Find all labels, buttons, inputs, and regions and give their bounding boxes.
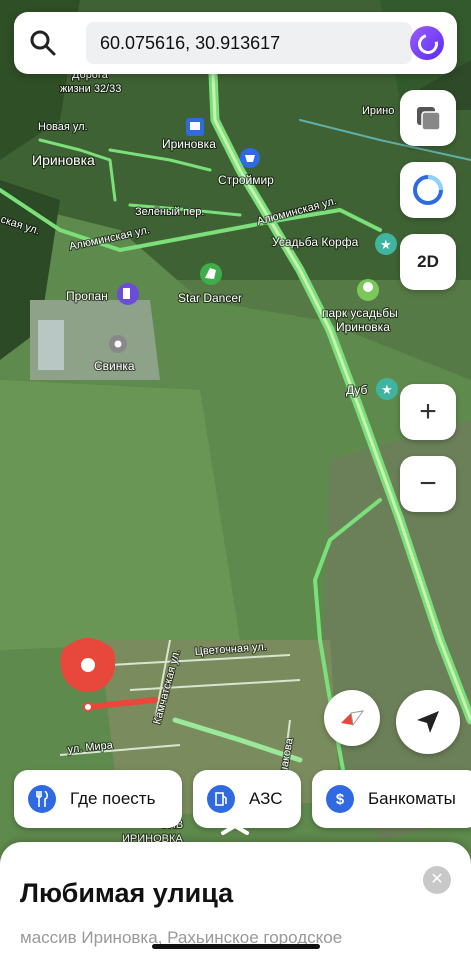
my-location-button[interactable]	[396, 690, 460, 754]
view-mode-label: 2D	[417, 252, 439, 271]
label-dub: Дуб	[346, 383, 368, 397]
dot-poi-icon[interactable]	[109, 335, 127, 353]
label-irinovka-top: Ирино	[362, 105, 394, 117]
label-propan: Пропан	[66, 289, 108, 303]
label-irinovka-station: Ириновка	[162, 137, 216, 151]
close-icon[interactable]: ✕	[423, 866, 451, 894]
chip-atm[interactable]: $ Банкоматы	[312, 770, 471, 828]
navigator-ring-icon	[413, 175, 443, 205]
chip-gas[interactable]: АЗС	[193, 770, 301, 828]
svg-text:★: ★	[381, 383, 393, 398]
label-svinka: Свинка	[94, 359, 135, 373]
home-indicator[interactable]	[152, 944, 320, 949]
navigator-button[interactable]	[400, 162, 456, 218]
label-zeleny-lane: Зелёный пер.	[135, 206, 204, 218]
chevron-up-icon[interactable]	[220, 822, 250, 836]
label-park-2: Ириновка	[336, 320, 390, 334]
zoom-in-button[interactable]: +	[400, 384, 456, 440]
place-title: Любимая улица	[20, 878, 234, 908]
horse-poi-icon[interactable]	[200, 263, 222, 285]
dollar-icon: $	[326, 785, 354, 813]
star-poi-icon[interactable]: ★	[375, 233, 397, 255]
zoom-out-button[interactable]: −	[400, 456, 456, 512]
search-bar[interactable]: 60.075616, 30.913617	[14, 12, 457, 74]
gas-station-icon	[207, 785, 235, 813]
chip-atm-label: Банкоматы	[368, 789, 456, 808]
station-icon[interactable]	[186, 118, 204, 136]
svg-text:★: ★	[380, 238, 392, 253]
chip-food[interactable]: Где поесть	[14, 770, 182, 828]
layers-icon	[417, 107, 441, 131]
chip-food-label: Где поесть	[70, 789, 156, 808]
label-star-dancer: Star Dancer	[178, 291, 242, 305]
view-mode-button[interactable]: 2D	[400, 234, 456, 290]
shop-icon[interactable]	[240, 148, 260, 168]
minus-icon: −	[419, 467, 437, 500]
park-poi-icon[interactable]	[357, 279, 379, 301]
search-icon[interactable]	[28, 28, 58, 58]
label-park-1: парк усадьбы	[322, 306, 398, 320]
layers-button[interactable]	[400, 90, 456, 146]
plus-icon: +	[419, 395, 437, 428]
gas-poi-icon[interactable]	[117, 283, 139, 305]
star-poi-dub-icon[interactable]: ★	[376, 378, 398, 400]
search-input[interactable]: 60.075616, 30.913617	[86, 22, 412, 64]
place-card[interactable]: Любимая улица массив Ириновка, Рахьинско…	[0, 842, 471, 960]
compass-button[interactable]	[324, 690, 380, 746]
label-usadba-korfa: Усадьба Корфа	[272, 235, 359, 249]
label-novaya-street: Новая ул.	[38, 121, 88, 133]
chip-gas-label: АЗС	[249, 789, 283, 808]
fork-knife-icon	[28, 785, 56, 813]
label-irinovka-village: Ириновка	[32, 152, 95, 168]
location-arrow-icon	[417, 711, 439, 733]
label-doroga-2: жизни 32/33	[60, 83, 121, 95]
voice-assistant-icon[interactable]	[410, 26, 444, 60]
compass-icon	[341, 710, 365, 727]
label-stroymir: Строймир	[218, 173, 274, 187]
